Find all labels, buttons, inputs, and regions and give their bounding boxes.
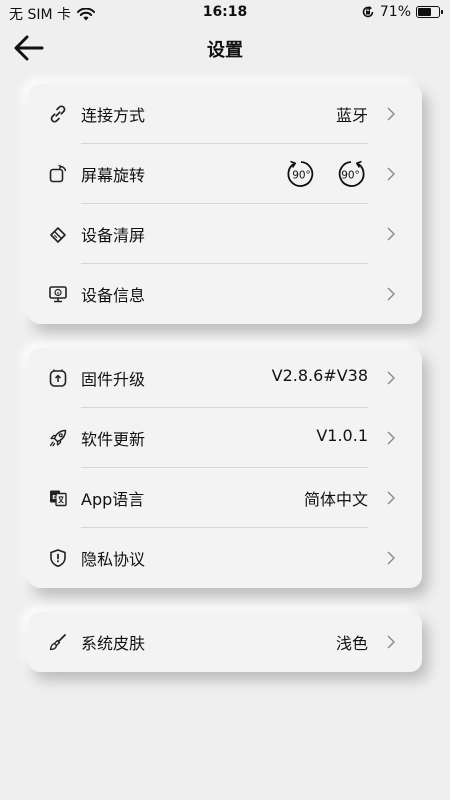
chevron-right-icon: [387, 491, 395, 505]
row-system-skin[interactable]: 系统皮肤 浅色: [28, 612, 422, 672]
row-value: 简体中文: [303, 490, 368, 509]
battery-fill: [418, 8, 431, 16]
status-right: 71%: [361, 4, 443, 20]
row-label: 隐私协议: [81, 550, 146, 569]
shield-icon: [50, 549, 66, 567]
row-device-info[interactable]: 设备信息: [28, 264, 422, 324]
paint-brush-icon: [49, 634, 66, 651]
chevron-right-icon: [387, 287, 395, 301]
row-software-update[interactable]: 软件更新 V1.0.1: [28, 408, 422, 468]
nav-bar: 设置: [0, 28, 450, 68]
rocket-icon: [49, 429, 67, 447]
orientation-lock-icon: [362, 6, 374, 18]
chevron-right-icon: [387, 551, 395, 565]
row-privacy-policy[interactable]: 隐私协议: [28, 528, 422, 588]
eraser-icon: [50, 227, 66, 243]
settings-card-theme: 系统皮肤 浅色: [28, 612, 422, 672]
row-label: 连接方式: [81, 106, 146, 125]
firmware-upgrade-icon: [49, 369, 67, 387]
row-app-language[interactable]: En App语言 简体中文: [28, 468, 422, 528]
row-label: 设备信息: [81, 286, 146, 305]
rotate-left-90-button[interactable]: 90°: [286, 159, 316, 189]
rotate-right-label: 90°: [341, 170, 360, 182]
chevron-right-icon: [387, 227, 395, 241]
svg-text:En: En: [52, 495, 60, 501]
chevron-right-icon: [387, 635, 395, 649]
row-label: 软件更新: [81, 430, 146, 449]
rotate-left-label: 90°: [292, 170, 311, 182]
page-title: 设置: [207, 40, 243, 61]
row-label: 系统皮肤: [81, 634, 146, 653]
chevron-right-icon: [387, 371, 395, 385]
battery-icon: [416, 6, 443, 18]
row-screen-rotation[interactable]: 屏幕旋转 90° 90°: [28, 144, 422, 204]
row-value: 浅色: [335, 634, 368, 653]
row-label: 固件升级: [81, 370, 146, 389]
row-connection-mode[interactable]: 连接方式 蓝牙: [28, 84, 422, 144]
link-icon: [50, 105, 66, 123]
row-value: 蓝牙: [335, 106, 368, 125]
row-clear-screen[interactable]: 设备清屏: [28, 204, 422, 264]
row-label: App语言: [81, 490, 145, 509]
screen-rotate-icon: [49, 164, 67, 183]
battery-percent: 71%: [379, 4, 411, 20]
row-label: 屏幕旋转: [81, 166, 146, 185]
rotate-right-90-button[interactable]: 90°: [336, 159, 366, 189]
row-firmware-upgrade[interactable]: 固件升级 V2.8.6#V38: [28, 348, 422, 408]
chevron-right-icon: [387, 107, 395, 121]
settings-card-connection: 连接方式 蓝牙 屏幕旋转 90° 90° 设备清屏 设备信息: [28, 84, 422, 324]
chevron-right-icon: [387, 431, 395, 445]
row-value: V1.0.1: [316, 426, 368, 445]
row-value: V2.8.6#V38: [271, 366, 368, 385]
settings-card-system: 固件升级 V2.8.6#V38 软件更新 V1.0.1 En App语言 简体中…: [28, 348, 422, 588]
monitor-info-icon: [49, 286, 67, 303]
chevron-right-icon: [387, 167, 395, 181]
status-bar: 无 SIM 卡 16:18 71%: [0, 0, 450, 24]
language-icon: En: [50, 490, 67, 507]
row-label: 设备清屏: [81, 226, 146, 245]
